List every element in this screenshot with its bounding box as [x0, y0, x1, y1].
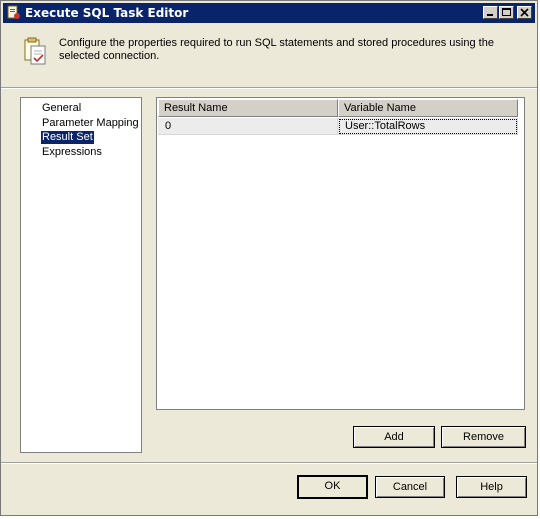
- minimize-icon: [487, 14, 493, 16]
- add-button[interactable]: Add: [353, 426, 435, 448]
- header-panel: Configure the properties required to run…: [1, 23, 537, 73]
- close-icon: [520, 8, 529, 17]
- title-bar[interactable]: Execute SQL Task Editor: [3, 3, 535, 23]
- window-title: Execute SQL Task Editor: [25, 6, 189, 20]
- maximize-button[interactable]: [499, 6, 514, 19]
- ok-button[interactable]: OK: [297, 475, 368, 499]
- footer-divider: [1, 462, 537, 464]
- execute-sql-task-editor-window: Execute SQL Task Editor Configure the pr…: [0, 0, 538, 516]
- variable-name-cell[interactable]: User::TotalRows: [338, 118, 518, 135]
- column-header-result-name[interactable]: Result Name: [158, 99, 338, 117]
- help-button[interactable]: Help: [456, 476, 527, 498]
- result-name-cell[interactable]: 0: [158, 118, 338, 135]
- minimize-button[interactable]: [483, 6, 498, 19]
- nav-item-expressions[interactable]: Expressions: [41, 146, 103, 159]
- result-set-grid[interactable]: Result Name Variable Name 0 User::TotalR…: [156, 97, 525, 410]
- header-divider: [1, 87, 537, 89]
- nav-item-general[interactable]: General: [41, 102, 82, 115]
- page-navigation-list[interactable]: General Parameter Mapping Result Set Exp…: [20, 97, 142, 453]
- header-description: Configure the properties required to run…: [59, 37, 494, 62]
- cancel-button[interactable]: Cancel: [375, 476, 445, 498]
- maximize-icon: [502, 8, 511, 16]
- nav-item-parameter-mapping[interactable]: Parameter Mapping: [41, 117, 140, 130]
- close-button[interactable]: [517, 6, 532, 19]
- sql-task-icon: [21, 37, 49, 67]
- app-icon: [6, 5, 21, 20]
- remove-button[interactable]: Remove: [441, 426, 526, 448]
- column-header-variable-name[interactable]: Variable Name: [338, 99, 518, 117]
- nav-item-result-set[interactable]: Result Set: [41, 131, 94, 144]
- table-row[interactable]: 0 User::TotalRows: [158, 118, 518, 135]
